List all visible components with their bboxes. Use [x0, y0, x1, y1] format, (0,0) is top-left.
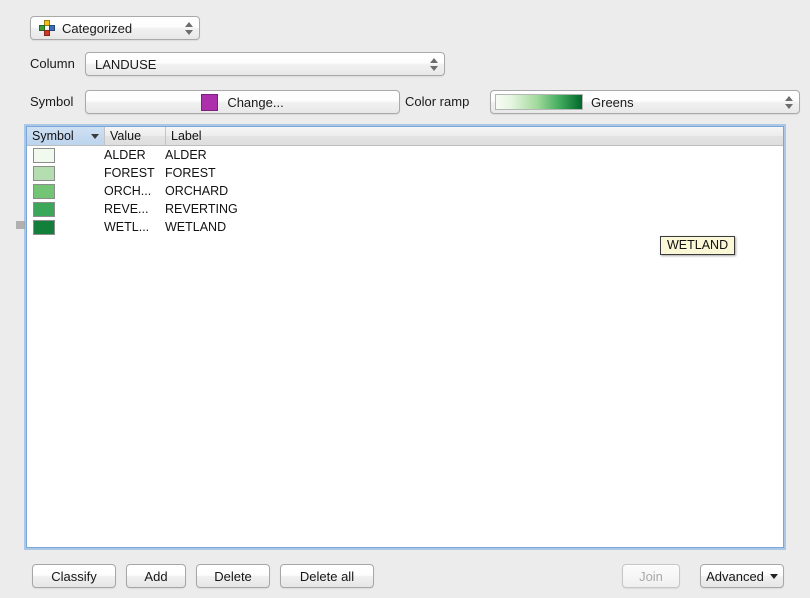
chevron-down-icon — [770, 574, 778, 579]
symbol-change-button[interactable]: Change... — [85, 90, 400, 114]
add-button-label: Add — [144, 569, 167, 584]
delete-button[interactable]: Delete — [196, 564, 270, 588]
column-header-label[interactable]: Label — [165, 127, 783, 145]
column-value: LANDUSE — [95, 57, 156, 72]
column-header-symbol[interactable]: Symbol — [27, 127, 104, 145]
tooltip: WETLAND — [660, 236, 735, 255]
color-ramp-label: Color ramp — [405, 94, 469, 109]
row-color-swatch[interactable] — [33, 220, 55, 235]
row-value-cell[interactable]: REVE... — [104, 202, 165, 216]
join-button: Join — [622, 564, 680, 588]
symbol-label: Symbol — [30, 94, 73, 109]
column-header-label-label: Label — [171, 129, 202, 143]
class-list-body: ALDERALDERFORESTFORESTORCH...ORCHARDREVE… — [27, 146, 783, 236]
row-label-cell[interactable]: ALDER — [165, 148, 783, 162]
column-header-value-label: Value — [110, 129, 141, 143]
cursor-artifact — [16, 221, 25, 229]
row-symbol-cell[interactable] — [27, 220, 104, 235]
chevron-updown-icon — [184, 20, 193, 36]
categorized-symbol-icon — [39, 20, 55, 36]
renderer-type-combobox[interactable]: Categorized — [30, 16, 200, 40]
column-header-value[interactable]: Value — [104, 127, 165, 145]
classify-button-label: Classify — [51, 569, 97, 584]
table-row[interactable]: REVE...REVERTING — [27, 200, 783, 218]
row-color-swatch[interactable] — [33, 148, 55, 163]
color-ramp-value: Greens — [591, 95, 634, 110]
join-button-label: Join — [639, 569, 663, 584]
delete-all-button[interactable]: Delete all — [280, 564, 374, 588]
row-label-cell[interactable]: REVERTING — [165, 202, 783, 216]
table-row[interactable]: ALDERALDER — [27, 146, 783, 164]
row-value-cell[interactable]: FOREST — [104, 166, 165, 180]
class-list-header: Symbol Value Label — [27, 127, 783, 146]
chevron-updown-icon — [784, 94, 793, 110]
table-row[interactable]: FORESTFOREST — [27, 164, 783, 182]
symbol-color-swatch — [201, 94, 218, 111]
renderer-type-value: Categorized — [62, 21, 132, 36]
add-button[interactable]: Add — [126, 564, 186, 588]
column-header-symbol-label: Symbol — [32, 129, 74, 143]
row-symbol-cell[interactable] — [27, 202, 104, 217]
delete-all-button-label: Delete all — [300, 569, 354, 584]
row-value-cell[interactable]: ORCH... — [104, 184, 165, 198]
row-label-cell[interactable]: ORCHARD — [165, 184, 783, 198]
row-color-swatch[interactable] — [33, 166, 55, 181]
row-value-cell[interactable]: WETL... — [104, 220, 165, 234]
row-label-cell[interactable]: FOREST — [165, 166, 783, 180]
color-ramp-preview — [495, 94, 583, 110]
tooltip-text: WETLAND — [667, 238, 728, 252]
row-label-cell[interactable]: WETLAND — [165, 220, 783, 234]
row-value-cell[interactable]: ALDER — [104, 148, 165, 162]
row-color-swatch[interactable] — [33, 184, 55, 199]
color-ramp-combobox[interactable]: Greens — [490, 90, 800, 114]
table-row[interactable]: ORCH...ORCHARD — [27, 182, 783, 200]
row-symbol-cell[interactable] — [27, 148, 104, 163]
column-combobox[interactable]: LANDUSE — [85, 52, 445, 76]
classify-button[interactable]: Classify — [32, 564, 116, 588]
table-row[interactable]: WETL...WETLAND — [27, 218, 783, 236]
chevron-updown-icon — [429, 56, 438, 72]
class-list[interactable]: Symbol Value Label ALDERALDERFORESTFORES… — [26, 126, 784, 548]
delete-button-label: Delete — [214, 569, 252, 584]
row-color-swatch[interactable] — [33, 202, 55, 217]
advanced-button[interactable]: Advanced — [700, 564, 784, 588]
column-label: Column — [30, 56, 75, 71]
symbol-change-label: Change... — [227, 95, 283, 110]
row-symbol-cell[interactable] — [27, 166, 104, 181]
sort-descending-icon — [91, 134, 99, 139]
row-symbol-cell[interactable] — [27, 184, 104, 199]
advanced-button-label: Advanced — [706, 569, 764, 584]
